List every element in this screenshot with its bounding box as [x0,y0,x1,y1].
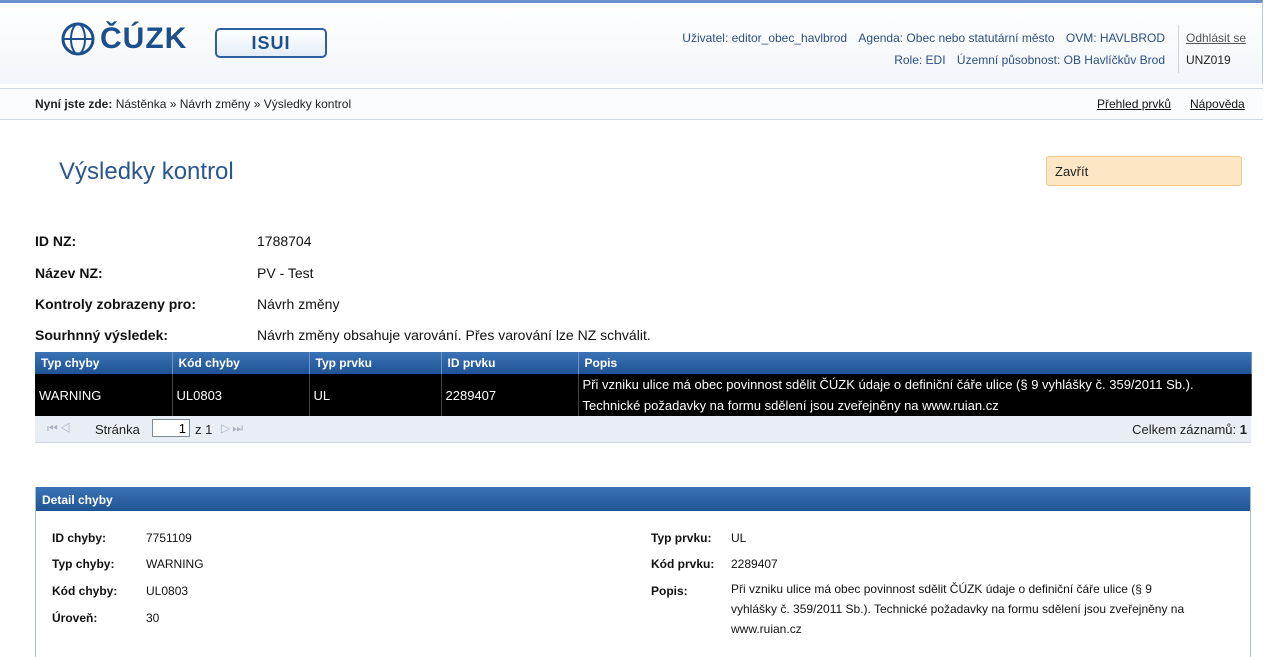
detail-label: Typ prvku: [651,531,712,545]
pager-total-value: 1 [1239,422,1247,437]
close-button[interactable]: Zavřít [1046,156,1242,186]
app-header: ČÚZK ISUI Uživatel: editor_obec_havlbrod… [0,0,1263,84]
logout-link[interactable]: Odhlásit se [1186,31,1246,45]
detail-value: 30 [146,611,160,625]
help-link[interactable]: Nápověda [1190,97,1245,111]
pager-total: Celkem záznamů: 1 [1132,422,1247,437]
isui-logo[interactable]: ISUI [215,28,327,58]
detail-label: Typ chyby: [52,557,115,571]
breadcrumb-path[interactable]: Nástěnka » Návrh změny » Výsledky kontro… [116,97,351,111]
info-label: Sourhnný výsledek: [35,327,169,343]
info-value: Návrh změny [257,296,340,312]
info-label: ID NZ: [35,233,77,249]
grid-pager: ⏮◁ Stránka z 1 ▷⏭ Celkem záznamů: 1 [35,416,1251,443]
breadcrumb: Nyní jste zde: Nástěnka » Návrh změny » … [35,97,351,111]
detail-value: UL [731,531,747,545]
pager-page-label: Stránka [95,422,140,437]
role-label: Role: EDI [894,53,946,67]
agenda-label: Agenda: Obec nebo statutární město [858,31,1055,45]
column-header-typ-prvku[interactable]: Typ prvku [309,352,442,374]
cell-typ-chyby: WARNING [35,374,173,416]
detail-label: ID chyby: [52,531,107,545]
info-label: Název NZ: [35,265,103,281]
breadcrumb-bar: Nyní jste zde: Nástěnka » Návrh změny » … [0,88,1263,120]
breadcrumb-prefix: Nyní jste zde: [35,97,113,111]
pager-total-label: Celkem záznamů: [1132,422,1237,437]
role-info-line: Role: EDI Územní působnost: OB Havlíčkův… [886,53,1165,67]
results-table: Typ chyby Kód chyby Typ prvku ID prvku P… [35,352,1252,416]
cell-typ-prvku: UL [309,374,442,416]
detail-label: Kód prvku: [651,557,715,571]
detail-value: 7751109 [146,531,192,545]
header-divider [1178,25,1179,73]
cuzk-logo-icon [58,21,98,57]
info-label: Kontroly zobrazeny pro: [35,296,197,312]
pager-next-last-icons[interactable]: ▷⏭ [221,421,245,436]
error-detail-panel: Detail chyby ID chyby: 7751109 Typ chyby… [35,487,1251,657]
detail-popis-text: Při vzniku ulice má obec povinnost sděli… [731,582,1185,636]
column-header-typ-chyby[interactable]: Typ chyby [35,352,173,374]
table-row[interactable]: WARNING UL0803 UL 2289407 Při vzniku uli… [35,374,1252,416]
territory-label: Územní působnost: OB Havlíčkův Brod [956,53,1165,67]
detail-label: Kód chyby: [52,584,118,598]
info-value: 1788704 [257,233,312,249]
info-value: PV - Test [257,265,314,281]
detail-panel-title: Detail chyby [36,487,1250,511]
pager-first-prev-icons[interactable]: ⏮◁ [47,421,73,436]
results-grid: Typ chyby Kód chyby Typ prvku ID prvku P… [35,352,1252,443]
cell-id-prvku: 2289407 [441,374,579,416]
cell-kod-chyby: UL0803 [172,374,310,416]
cuzk-logo-text: ČÚZK [100,22,188,55]
user-info-line: Uživatel: editor_obec_havlbrod Agenda: O… [674,31,1165,45]
user-label: Uživatel: editor_obec_havlbrod [682,31,848,45]
cell-popis: Při vzniku ulice má obec povinnost sděli… [578,374,1252,416]
overview-link[interactable]: Přehled prvků [1097,97,1171,111]
detail-label: Popis: [651,584,688,598]
pager-page-input[interactable] [152,419,190,437]
detail-value: UL0803 [146,584,189,598]
table-header-row: Typ chyby Kód chyby Typ prvku ID prvku P… [35,352,1252,374]
column-header-kod-chyby[interactable]: Kód chyby [172,352,310,374]
ovm-label: OVM: HAVLBROD [1065,31,1165,45]
detail-label: Úroveň: [52,611,98,625]
detail-value: WARNING [146,557,204,571]
column-header-id-prvku[interactable]: ID prvku [441,352,579,374]
cuzk-logo[interactable]: ČÚZK [58,21,187,57]
column-header-popis[interactable]: Popis [578,352,1252,374]
page-title: Výsledky kontrol [59,158,234,185]
info-value: Návrh změny obsahuje varování. Přes varo… [257,327,651,343]
detail-value: 2289407 [731,557,778,571]
pager-of-label: z 1 [195,422,213,437]
user-code: UNZ019 [1186,53,1231,67]
